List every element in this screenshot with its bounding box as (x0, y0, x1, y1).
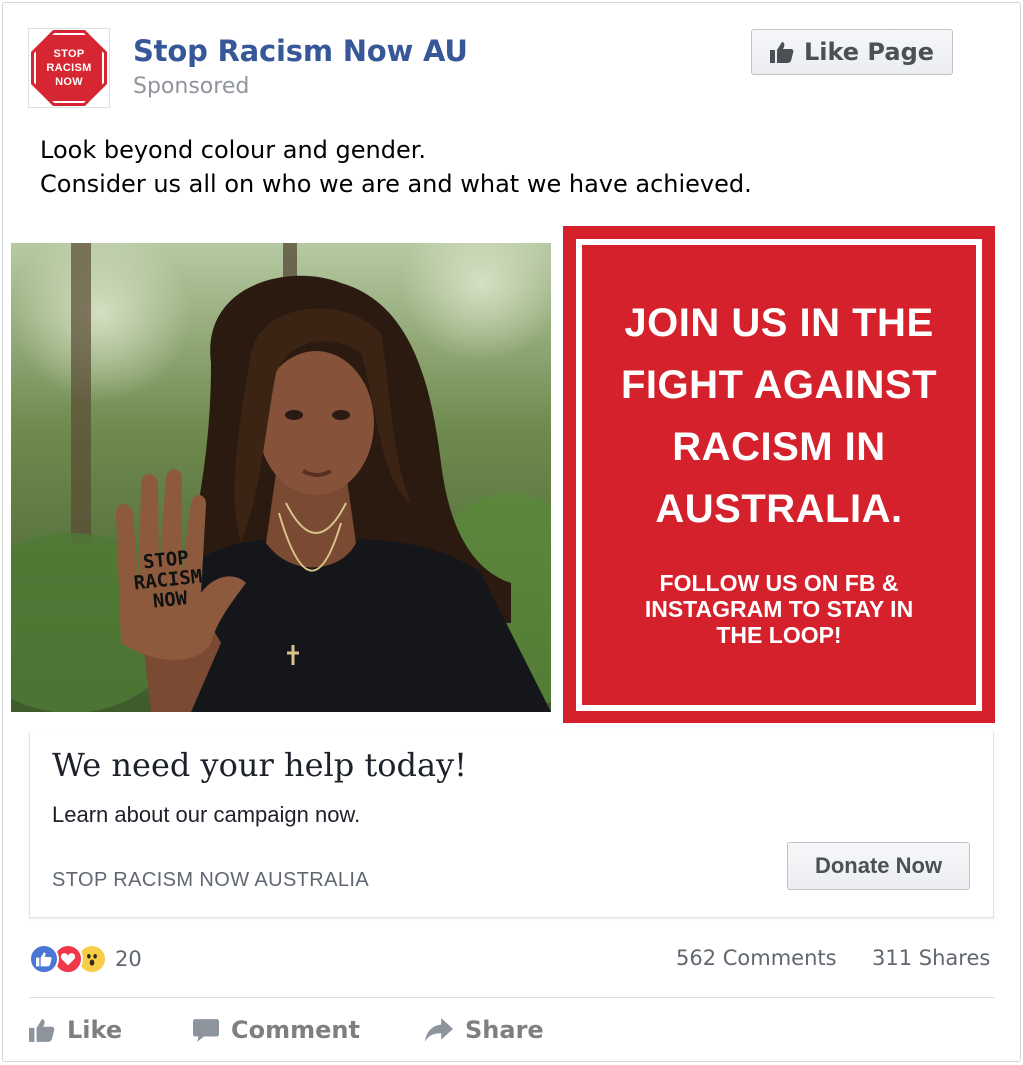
comment-bubble-icon (193, 1019, 219, 1042)
like-label: Like (67, 1016, 123, 1044)
logo-line-3: NOW (55, 76, 83, 88)
comment-label: Comment (231, 1016, 360, 1044)
like-reaction-icon (29, 944, 59, 974)
comment-button[interactable]: Comment (193, 1012, 360, 1048)
thumbs-up-icon (29, 1019, 55, 1042)
reaction-count: 20 (115, 947, 142, 971)
like-button[interactable]: Like (29, 1012, 122, 1048)
link-domain: STOP RACISM NOW AUSTRALIA (52, 869, 370, 891)
logo-line-2: RACISM (46, 62, 92, 74)
like-page-button[interactable]: Like Page (751, 29, 953, 75)
sponsored-label[interactable]: Sponsored (133, 74, 249, 99)
link-description: Learn about our campaign now. (52, 802, 361, 827)
like-page-label: Like Page (803, 38, 935, 66)
panel-headline: JOIN US IN THE FIGHT AGAINST RACISM IN A… (620, 300, 938, 531)
woman-photo-illustration (11, 243, 551, 712)
logo-line-1: STOP (53, 48, 85, 60)
post-text-line-1: Look beyond colour and gender. (40, 136, 427, 164)
link-title[interactable]: We need your help today! (52, 746, 467, 784)
stop-sign-logo: STOP RACISM NOW (31, 30, 107, 106)
share-label: Share (465, 1016, 544, 1044)
donate-now-button[interactable]: Donate Now (787, 842, 970, 890)
share-button[interactable]: Share (425, 1012, 544, 1048)
link-preview[interactable]: We need your help today! Learn about our… (29, 732, 994, 918)
ad-photo[interactable] (11, 243, 551, 712)
comments-count-link[interactable]: 562 Comments (676, 946, 837, 970)
thumbs-up-icon (769, 42, 794, 63)
shares-count-link[interactable]: 311 Shares (872, 946, 990, 970)
page-name-link[interactable]: Stop Racism Now AU (133, 34, 468, 68)
share-arrow-icon (425, 1018, 453, 1042)
post-text-line-2: Consider us all on who we are and what w… (40, 170, 752, 198)
post-message: Look beyond colour and gender. Consider … (40, 133, 752, 201)
page-avatar[interactable]: STOP RACISM NOW (28, 28, 110, 108)
reactions-summary[interactable]: 20 (29, 943, 142, 975)
panel-subtext: FOLLOW US ON FB & INSTAGRAM TO STAY IN T… (644, 569, 914, 648)
hand-drawn-slogan: STOP RACISM NOW (132, 546, 204, 613)
red-campaign-panel[interactable]: JOIN US IN THE FIGHT AGAINST RACISM IN A… (563, 226, 995, 723)
action-divider (29, 997, 995, 998)
panel-frame: JOIN US IN THE FIGHT AGAINST RACISM IN A… (576, 238, 982, 711)
